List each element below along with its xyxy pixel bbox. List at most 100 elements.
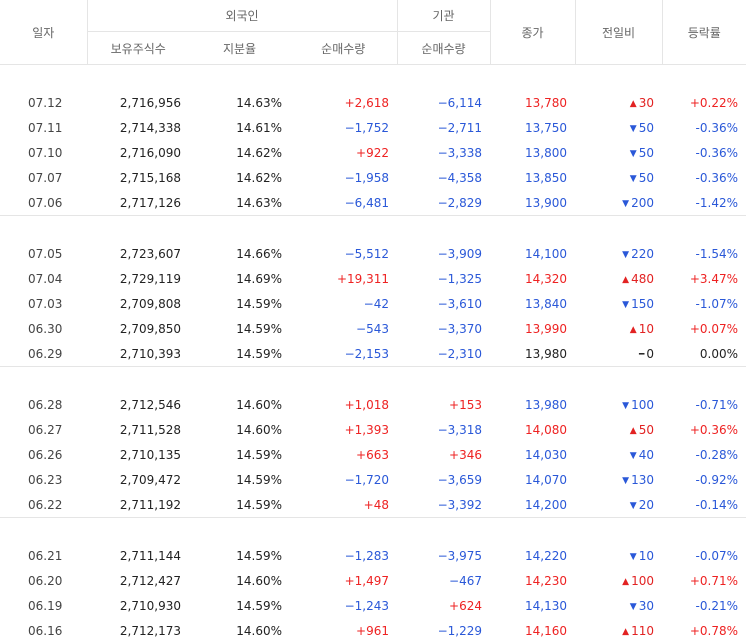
row-change-value: 30 — [639, 96, 654, 110]
row-rate: -0.71% — [662, 392, 746, 417]
row-change-value: 200 — [631, 196, 654, 210]
header-date: 일자 — [0, 0, 87, 65]
row-rate: -0.21% — [662, 593, 746, 618]
row-rate: -0.36% — [662, 140, 746, 165]
row-rate: -1.07% — [662, 291, 746, 316]
row-change-value: 130 — [631, 473, 654, 487]
triangle-down-icon: ▼ — [622, 250, 629, 260]
triangle-down-icon: ▼ — [630, 451, 637, 461]
row-holdings: 2,709,472 — [87, 467, 189, 492]
dash-icon: ━ — [639, 350, 644, 360]
row-close: 13,980 — [490, 341, 575, 367]
row-share: 14.60% — [189, 568, 290, 593]
row-rate: 0.00% — [662, 341, 746, 367]
row-change: ▲50 — [575, 417, 662, 442]
row-date: 07.07 — [0, 165, 87, 190]
group-spacer — [0, 518, 746, 543]
row-rate: +0.36% — [662, 417, 746, 442]
triangle-down-icon: ▼ — [622, 199, 629, 209]
row-foreign-net: −1,243 — [290, 593, 397, 618]
row-close: 14,230 — [490, 568, 575, 593]
row-change-value: 150 — [631, 297, 654, 311]
table-row: 06.212,711,14414.59%−1,283−3,97514,220▼1… — [0, 543, 746, 568]
header-holdings: 보유주식수 — [87, 32, 189, 65]
header-close: 종가 — [490, 0, 575, 65]
row-inst-net: +153 — [397, 392, 490, 417]
row-date: 06.23 — [0, 467, 87, 492]
table-row: 06.282,712,54614.60%+1,018+15313,980▼100… — [0, 392, 746, 417]
row-foreign-net: +48 — [290, 492, 397, 518]
row-inst-net: −3,370 — [397, 316, 490, 341]
row-inst-net: −3,338 — [397, 140, 490, 165]
triangle-down-icon: ▼ — [622, 476, 629, 486]
row-share: 14.59% — [189, 341, 290, 367]
row-change: ▲480 — [575, 266, 662, 291]
row-change: ▼150 — [575, 291, 662, 316]
table-row: 07.062,717,12614.63%−6,481−2,82913,900▼2… — [0, 190, 746, 216]
row-date: 06.20 — [0, 568, 87, 593]
row-foreign-net: +1,497 — [290, 568, 397, 593]
row-change-value: 50 — [639, 146, 654, 160]
row-holdings: 2,710,930 — [87, 593, 189, 618]
row-date: 06.21 — [0, 543, 87, 568]
row-change: ▲10 — [575, 316, 662, 341]
triangle-up-icon: ▲ — [630, 99, 637, 109]
row-rate: -1.54% — [662, 241, 746, 266]
row-change-value: 100 — [631, 398, 654, 412]
row-holdings: 2,729,119 — [87, 266, 189, 291]
triangle-down-icon: ▼ — [630, 149, 637, 159]
table-row: 07.112,714,33814.61%−1,752−2,71113,750▼5… — [0, 115, 746, 140]
triangle-down-icon: ▼ — [622, 401, 629, 411]
row-share: 14.69% — [189, 266, 290, 291]
row-change-value: 480 — [631, 272, 654, 286]
table-row: 06.202,712,42714.60%+1,497−46714,230▲100… — [0, 568, 746, 593]
row-rate: -0.28% — [662, 442, 746, 467]
row-close: 14,100 — [490, 241, 575, 266]
row-change: ▼10 — [575, 543, 662, 568]
header-share: 지분율 — [189, 32, 290, 65]
row-close: 14,320 — [490, 266, 575, 291]
row-close: 14,200 — [490, 492, 575, 518]
row-share: 14.63% — [189, 90, 290, 115]
triangle-up-icon: ▲ — [630, 325, 637, 335]
row-holdings: 2,711,144 — [87, 543, 189, 568]
group-spacer — [0, 216, 746, 241]
row-foreign-net: +922 — [290, 140, 397, 165]
investor-trading-table: 일자 외국인 기관 종가 전일비 등락률 보유주식수 지분율 순매수량 순매수량… — [0, 0, 746, 643]
row-change: ▼50 — [575, 140, 662, 165]
row-inst-net: +624 — [397, 593, 490, 618]
row-close: 13,800 — [490, 140, 575, 165]
row-change-value: 10 — [639, 322, 654, 336]
row-foreign-net: −1,720 — [290, 467, 397, 492]
row-date: 07.04 — [0, 266, 87, 291]
row-close: 13,990 — [490, 316, 575, 341]
row-foreign-net: −5,512 — [290, 241, 397, 266]
row-inst-net: −3,318 — [397, 417, 490, 442]
row-foreign-net: −42 — [290, 291, 397, 316]
row-change: ━0 — [575, 341, 662, 367]
row-date: 07.12 — [0, 90, 87, 115]
row-change-value: 100 — [631, 574, 654, 588]
row-close: 13,900 — [490, 190, 575, 216]
row-rate: -0.92% — [662, 467, 746, 492]
row-change: ▼100 — [575, 392, 662, 417]
table-row: 06.302,709,85014.59%−543−3,37013,990▲10+… — [0, 316, 746, 341]
triangle-up-icon: ▲ — [630, 426, 637, 436]
row-close: 14,220 — [490, 543, 575, 568]
row-rate: +3.47% — [662, 266, 746, 291]
table-row: 06.292,710,39314.59%−2,153−2,31013,980━0… — [0, 341, 746, 367]
row-foreign-net: −6,481 — [290, 190, 397, 216]
row-rate: +0.71% — [662, 568, 746, 593]
row-foreign-net: −543 — [290, 316, 397, 341]
row-inst-net: −2,711 — [397, 115, 490, 140]
row-share: 14.59% — [189, 543, 290, 568]
row-change: ▼130 — [575, 467, 662, 492]
row-change-value: 0 — [646, 347, 654, 361]
row-holdings: 2,716,956 — [87, 90, 189, 115]
row-change-value: 50 — [639, 121, 654, 135]
row-share: 14.59% — [189, 593, 290, 618]
row-date: 06.29 — [0, 341, 87, 367]
row-close: 14,070 — [490, 467, 575, 492]
row-foreign-net: +663 — [290, 442, 397, 467]
row-date: 06.22 — [0, 492, 87, 518]
